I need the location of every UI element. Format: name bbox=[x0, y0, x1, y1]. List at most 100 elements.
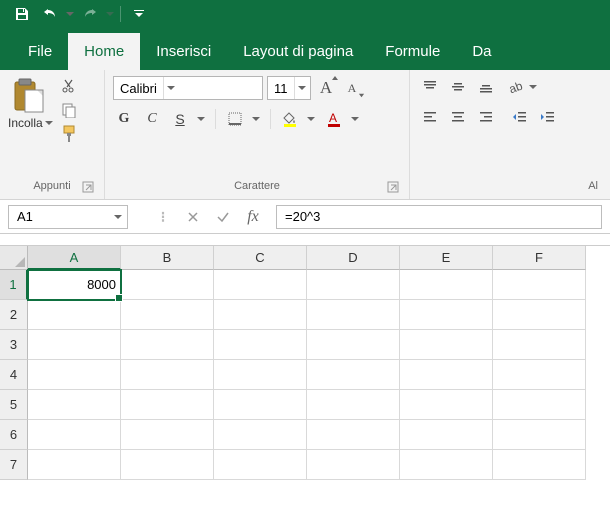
cell[interactable] bbox=[400, 390, 493, 420]
cell[interactable] bbox=[493, 300, 586, 330]
tab-formulas[interactable]: Formule bbox=[369, 33, 456, 70]
undo-dropdown[interactable] bbox=[64, 2, 76, 26]
row-header[interactable]: 2 bbox=[0, 300, 28, 330]
cell[interactable] bbox=[493, 330, 586, 360]
cell[interactable] bbox=[214, 300, 307, 330]
cell[interactable] bbox=[28, 330, 121, 360]
cell[interactable] bbox=[28, 450, 121, 480]
cell[interactable] bbox=[307, 420, 400, 450]
tab-file[interactable]: File bbox=[12, 33, 68, 70]
align-bottom-button[interactable] bbox=[474, 76, 498, 98]
cell[interactable] bbox=[307, 390, 400, 420]
decrease-font-button[interactable]: A bbox=[341, 77, 363, 99]
decrease-indent-button[interactable] bbox=[508, 106, 532, 128]
align-right-button[interactable] bbox=[474, 106, 498, 128]
align-left-button[interactable] bbox=[418, 106, 442, 128]
cell[interactable] bbox=[400, 360, 493, 390]
tab-insert[interactable]: Inserisci bbox=[140, 33, 227, 70]
clipboard-launcher[interactable] bbox=[82, 181, 96, 195]
column-header[interactable]: E bbox=[400, 246, 493, 270]
font-name-combo[interactable]: Calibri bbox=[113, 76, 263, 100]
cell[interactable] bbox=[121, 390, 214, 420]
cut-button[interactable] bbox=[59, 76, 79, 96]
cell[interactable] bbox=[307, 450, 400, 480]
tab-page-layout[interactable]: Layout di pagina bbox=[227, 33, 369, 70]
cell[interactable] bbox=[400, 330, 493, 360]
cell[interactable] bbox=[493, 390, 586, 420]
enter-formula-button[interactable] bbox=[208, 205, 238, 229]
bold-button[interactable]: G bbox=[113, 108, 135, 130]
cell[interactable] bbox=[121, 270, 214, 300]
underline-dropdown[interactable] bbox=[197, 115, 207, 123]
font-color-dropdown[interactable] bbox=[351, 115, 361, 123]
cell[interactable] bbox=[400, 420, 493, 450]
align-middle-button[interactable] bbox=[446, 76, 470, 98]
row-header[interactable]: 5 bbox=[0, 390, 28, 420]
cell-A1[interactable]: 8000 bbox=[28, 270, 121, 300]
cell[interactable] bbox=[307, 330, 400, 360]
formula-input[interactable]: =20^3 bbox=[276, 205, 602, 229]
cell[interactable] bbox=[121, 420, 214, 450]
underline-button[interactable]: S bbox=[169, 108, 191, 130]
increase-indent-button[interactable] bbox=[536, 106, 560, 128]
cell[interactable] bbox=[214, 390, 307, 420]
row-header[interactable]: 6 bbox=[0, 420, 28, 450]
cell[interactable] bbox=[214, 450, 307, 480]
column-header[interactable]: F bbox=[493, 246, 586, 270]
orientation-button[interactable]: ab bbox=[508, 76, 538, 98]
cell[interactable] bbox=[214, 330, 307, 360]
save-button[interactable] bbox=[8, 2, 36, 26]
cell[interactable] bbox=[400, 300, 493, 330]
column-header[interactable]: A bbox=[28, 246, 121, 270]
redo-dropdown[interactable] bbox=[104, 2, 116, 26]
paste-label[interactable]: Incolla bbox=[8, 116, 53, 130]
column-header[interactable]: D bbox=[307, 246, 400, 270]
cell[interactable] bbox=[493, 450, 586, 480]
cell[interactable] bbox=[493, 360, 586, 390]
fill-color-button[interactable] bbox=[279, 108, 301, 130]
fill-color-dropdown[interactable] bbox=[307, 115, 317, 123]
undo-button[interactable] bbox=[36, 2, 64, 26]
borders-dropdown[interactable] bbox=[252, 115, 262, 123]
format-painter-button[interactable] bbox=[59, 124, 79, 144]
row-header[interactable]: 4 bbox=[0, 360, 28, 390]
increase-font-button[interactable]: A bbox=[315, 77, 337, 99]
italic-button[interactable]: C bbox=[141, 108, 163, 130]
redo-button[interactable] bbox=[76, 2, 104, 26]
align-center-button[interactable] bbox=[446, 106, 470, 128]
cell[interactable] bbox=[28, 300, 121, 330]
cell[interactable] bbox=[121, 360, 214, 390]
row-header[interactable]: 1 bbox=[0, 270, 28, 300]
cell[interactable] bbox=[214, 420, 307, 450]
customize-qat-button[interactable] bbox=[125, 2, 153, 26]
cell[interactable] bbox=[121, 300, 214, 330]
column-header[interactable]: B bbox=[121, 246, 214, 270]
cell[interactable] bbox=[493, 420, 586, 450]
select-all-corner[interactable] bbox=[0, 246, 28, 270]
tab-data[interactable]: Da bbox=[456, 33, 507, 70]
cell[interactable] bbox=[307, 270, 400, 300]
borders-button[interactable] bbox=[224, 108, 246, 130]
cancel-formula-button[interactable] bbox=[178, 205, 208, 229]
cell[interactable] bbox=[307, 360, 400, 390]
cell[interactable] bbox=[400, 450, 493, 480]
copy-button[interactable] bbox=[59, 100, 79, 120]
tab-home[interactable]: Home bbox=[68, 33, 140, 70]
insert-function-button[interactable]: fx bbox=[238, 205, 268, 229]
paste-button[interactable] bbox=[11, 76, 49, 114]
cell[interactable] bbox=[28, 390, 121, 420]
cell[interactable] bbox=[121, 330, 214, 360]
cell[interactable] bbox=[307, 300, 400, 330]
font-color-button[interactable]: A bbox=[323, 108, 345, 130]
cell[interactable] bbox=[121, 450, 214, 480]
font-size-combo[interactable]: 11 bbox=[267, 76, 311, 100]
cell[interactable] bbox=[493, 270, 586, 300]
name-box[interactable]: A1 bbox=[8, 205, 128, 229]
cell[interactable] bbox=[214, 360, 307, 390]
cell[interactable] bbox=[28, 360, 121, 390]
column-header[interactable]: C bbox=[214, 246, 307, 270]
cell[interactable] bbox=[214, 270, 307, 300]
row-header[interactable]: 7 bbox=[0, 450, 28, 480]
cell[interactable] bbox=[400, 270, 493, 300]
cancel-formula-button[interactable]: ⁝ bbox=[148, 205, 178, 229]
